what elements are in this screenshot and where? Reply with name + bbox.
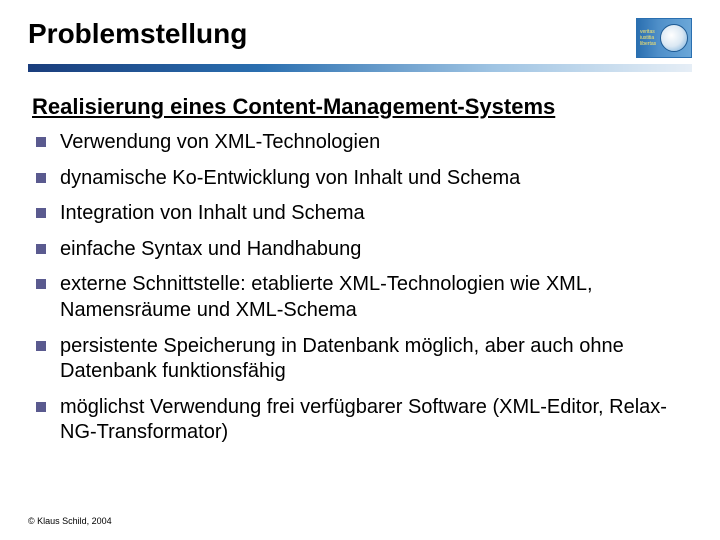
bullet-list: Verwendung von XML-Technologien dynamisc… bbox=[32, 130, 688, 446]
logo-motto: veritas iustitia libertas bbox=[640, 29, 656, 47]
list-item: dynamische Ko-Entwicklung von Inhalt und… bbox=[32, 166, 688, 192]
logo-word-3: libertas bbox=[640, 41, 656, 47]
list-item: einfache Syntax und Handhabung bbox=[32, 237, 688, 263]
slide-title: Problemstellung bbox=[28, 18, 247, 50]
list-item: externe Schnittstelle: etablierte XML-Te… bbox=[32, 272, 688, 323]
university-logo: veritas iustitia libertas bbox=[636, 18, 692, 58]
list-item: Integration von Inhalt und Schema bbox=[32, 201, 688, 227]
content-subtitle: Realisierung eines Content-Management-Sy… bbox=[32, 94, 688, 120]
list-item: möglichst Verwendung frei verfügbarer So… bbox=[32, 395, 688, 446]
title-row: Problemstellung veritas iustitia liberta… bbox=[28, 18, 692, 58]
content-area: Realisierung eines Content-Management-Sy… bbox=[28, 72, 692, 446]
list-item: persistente Speicherung in Datenbank mög… bbox=[32, 334, 688, 385]
header-gradient-divider bbox=[28, 64, 692, 72]
list-item: Verwendung von XML-Technologien bbox=[32, 130, 688, 156]
footer-copyright: © Klaus Schild, 2004 bbox=[28, 516, 112, 526]
slide: Problemstellung veritas iustitia liberta… bbox=[0, 0, 720, 540]
logo-seal-icon bbox=[660, 24, 688, 52]
